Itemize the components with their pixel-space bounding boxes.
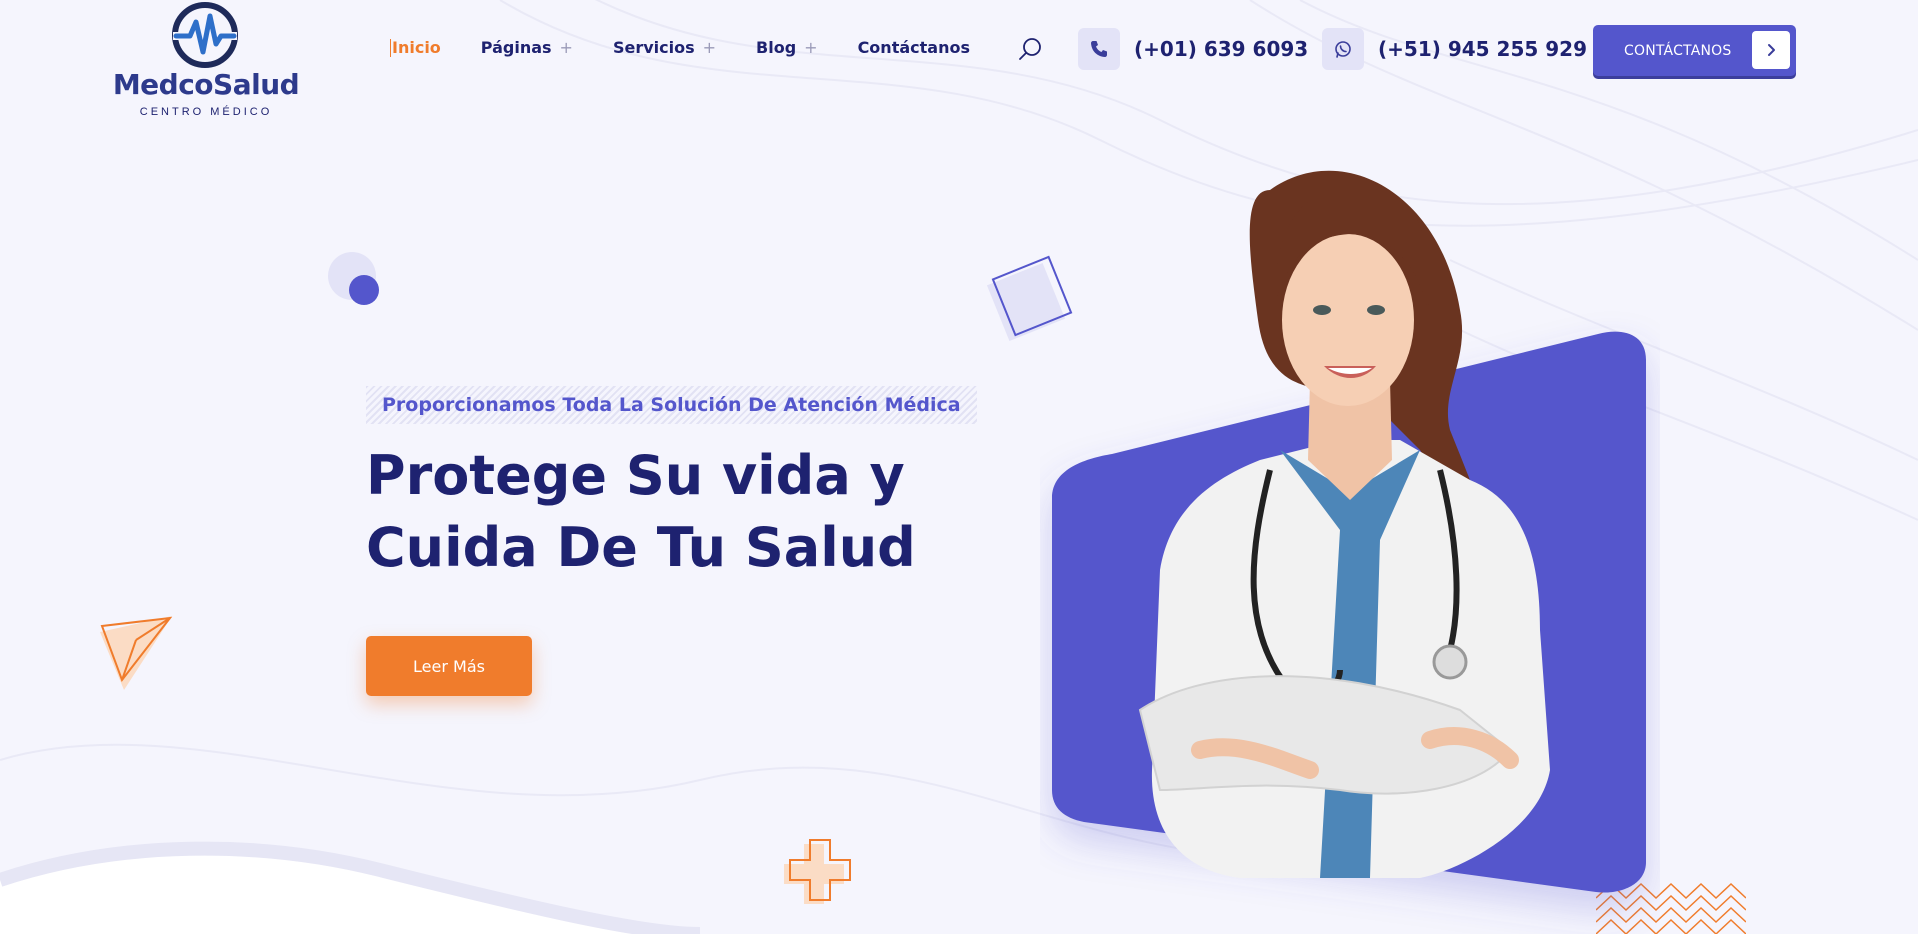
plus-icon: +	[559, 38, 573, 57]
phone-number: (+01) 639 6093	[1134, 37, 1309, 61]
hero-tagline: Proporcionamos Toda La Solución De Atenc…	[382, 394, 961, 416]
decorative-paper-plane-icon	[100, 616, 173, 690]
doctor-hero-image	[1052, 170, 1646, 893]
read-more-button[interactable]: Leer Más	[366, 636, 532, 696]
contact-cta-button[interactable]: CONTÁCTANOS	[1593, 25, 1796, 76]
logo-wordmark: MedcoSalud	[106, 68, 306, 101]
plus-icon: +	[804, 38, 818, 57]
whatsapp-number: (+51) 945 255 929	[1378, 37, 1588, 61]
plus-icon: +	[702, 38, 717, 57]
logo-brand-part1: Medco	[112, 68, 214, 101]
decorative-circles-icon	[328, 252, 379, 305]
phone-icon	[1078, 28, 1120, 70]
logo[interactable]: MedcoSalud CENTRO MÉDICO	[106, 0, 306, 120]
hero-headline-line2: Cuida De Tu Salud	[366, 516, 916, 579]
hero-tagline-badge: Proporcionamos Toda La Solución De Atenc…	[366, 386, 977, 424]
logo-brand-part2: Salud	[213, 68, 300, 101]
nav-item-paginas[interactable]: Páginas +	[481, 38, 573, 57]
nav-label: Inicio	[392, 38, 441, 57]
nav-item-blog[interactable]: Blog +	[756, 38, 818, 57]
heartbeat-logo-icon	[172, 2, 238, 68]
page: MedcoSalud CENTRO MÉDICO Inicio Páginas +…	[0, 0, 1918, 934]
cta-label: CONTÁCTANOS	[1624, 42, 1732, 59]
logo-subtitle: CENTRO MÉDICO	[139, 106, 273, 118]
nav-label: Páginas	[480, 38, 552, 57]
nav-item-contactanos[interactable]: Contáctanos	[858, 38, 970, 57]
decorative-cross-icon	[784, 839, 851, 904]
main-nav: Inicio Páginas + Servicios + Blog + Contáct…	[390, 38, 1010, 57]
chevron-right-icon	[1752, 31, 1790, 69]
nav-item-inicio[interactable]: Inicio	[390, 38, 441, 57]
nav-label: Blog	[756, 38, 797, 57]
nav-label: Servicios	[612, 38, 695, 57]
nav-item-servicios[interactable]: Servicios +	[613, 38, 716, 57]
whatsapp-icon	[1322, 28, 1364, 70]
search-icon[interactable]	[1018, 36, 1044, 62]
hero-headline-line1: Protege Su vida y	[366, 444, 905, 507]
phone-contact[interactable]: (+01) 639 6093	[1078, 28, 1308, 70]
whatsapp-contact[interactable]: (+51) 945 255 929	[1322, 28, 1587, 70]
hero-headline: Protege Su vida y Cuida De Tu Salud	[366, 440, 966, 584]
nav-label: Contáctanos	[857, 38, 970, 57]
